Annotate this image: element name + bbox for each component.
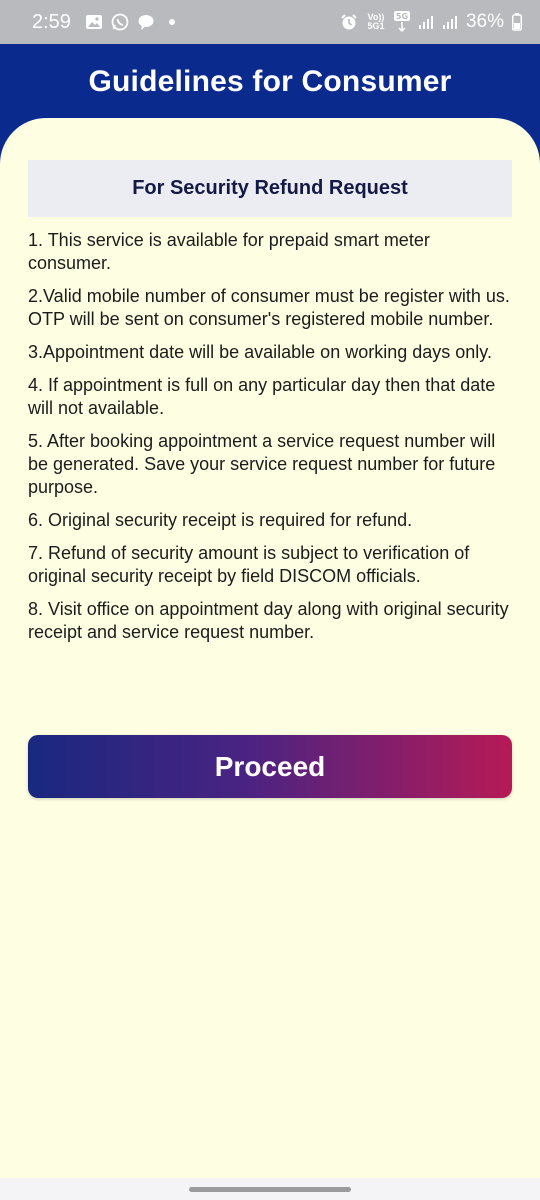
5g-icon: 5G <box>393 11 410 33</box>
status-time: 2:59 <box>32 10 71 33</box>
status-bar: 2:59 Vo)) 5G1 5G 36% <box>0 0 540 44</box>
signal-bars-icon <box>418 14 434 30</box>
guideline-item: 2.Valid mobile number of consumer must b… <box>28 286 510 329</box>
home-indicator[interactable] <box>189 1187 351 1192</box>
status-left: 2:59 <box>32 11 175 34</box>
guideline-item: 4. If appointment is full on any particu… <box>28 375 496 418</box>
guideline-item: 7. Refund of security amount is subject … <box>28 543 470 586</box>
guideline-item: 8. Visit office on appointment day along… <box>28 599 509 642</box>
gallery-icon <box>85 14 103 30</box>
alarm-icon <box>340 13 358 31</box>
guideline-item: 1. This service is available for prepaid… <box>28 230 430 273</box>
whatsapp-icon <box>111 13 129 31</box>
svg-text:5G: 5G <box>396 12 408 21</box>
section-title: For Security Refund Request <box>132 177 408 199</box>
battery-icon <box>512 13 522 31</box>
battery-percent: 36% <box>465 11 504 32</box>
guideline-item: 6. Original security receipt is required… <box>28 510 413 530</box>
status-right: Vo)) 5G1 5G 36% <box>340 11 522 33</box>
volte-icon: Vo)) 5G1 <box>367 12 385 31</box>
proceed-button[interactable]: Proceed <box>28 735 512 798</box>
chat-bubble-icon <box>137 13 155 31</box>
guideline-item: 5. After booking appointment a service r… <box>28 431 496 497</box>
notification-dot-icon <box>168 19 175 25</box>
page-title: Guidelines for Consumer <box>88 65 452 98</box>
signal-bars-icon <box>442 14 458 30</box>
guidelines-list: 1. This service is available for prepaid… <box>28 229 514 654</box>
guideline-item: 3.Appointment date will be available on … <box>28 342 492 362</box>
